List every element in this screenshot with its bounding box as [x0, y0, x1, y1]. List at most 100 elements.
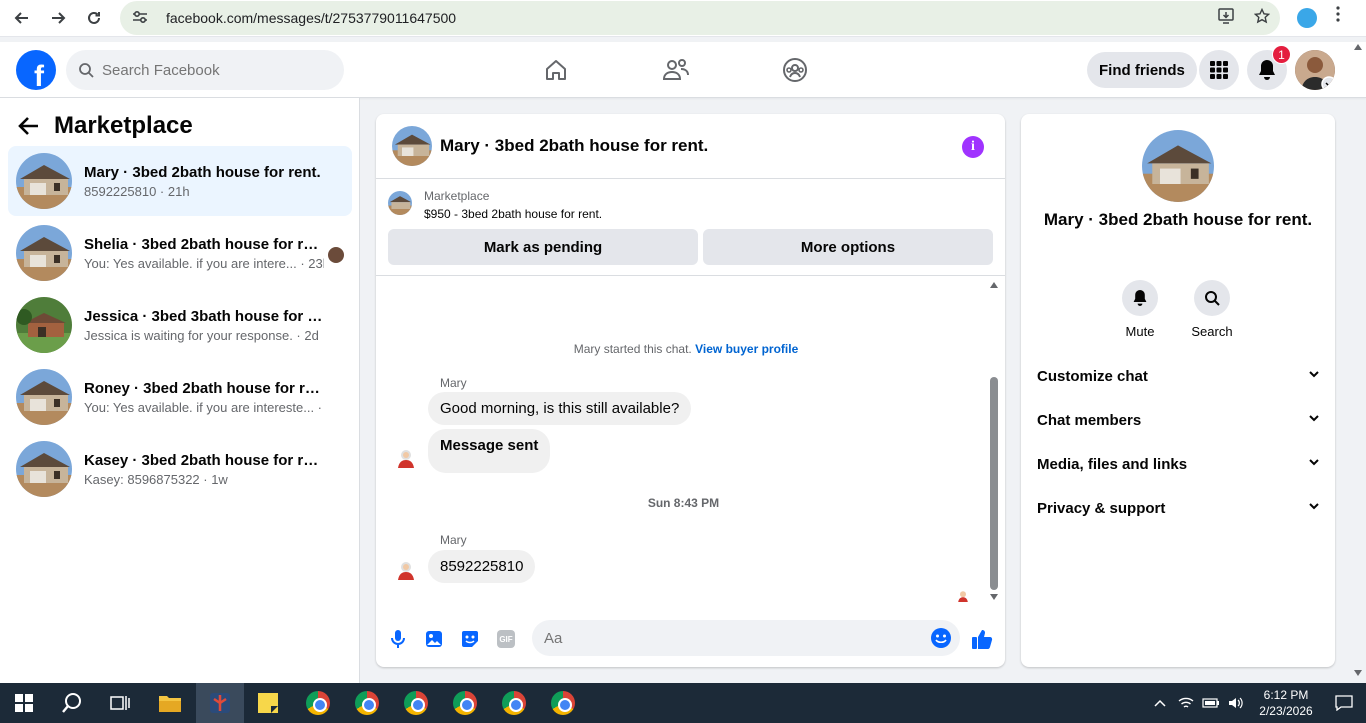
site-settings-icon[interactable]: [132, 10, 156, 27]
info-icon[interactable]: i: [962, 136, 984, 158]
mute-bell-icon[interactable]: [1122, 280, 1158, 316]
wifi-icon[interactable]: [1178, 696, 1194, 710]
taskbar-clock[interactable]: 6:12 PM 2/23/2026: [1250, 687, 1322, 719]
section-chat-members[interactable]: Chat members: [1037, 398, 1319, 442]
sender-avatar[interactable]: [396, 560, 416, 580]
menu-grid-icon[interactable]: [1199, 50, 1239, 90]
conversation-item-roney[interactable]: Roney · 3bed 2bath house for rent. You: …: [8, 362, 352, 432]
chat-header: Mary · 3bed 2bath house for rent. i: [376, 114, 1005, 179]
system-tray: 6:12 PM 2/23/2026: [1154, 683, 1366, 723]
browser-menu-icon[interactable]: [1336, 6, 1340, 27]
address-bar[interactable]: facebook.com/messages/t/2753779011647500: [120, 1, 1280, 35]
extension-icon[interactable]: [1297, 8, 1317, 28]
chrome-icon[interactable]: [539, 683, 587, 723]
view-buyer-profile-link[interactable]: View buyer profile: [695, 342, 798, 356]
message-bubble[interactable]: 8592225810: [428, 550, 536, 583]
file-explorer-icon[interactable]: [146, 683, 194, 723]
listing-thumbnail[interactable]: [388, 191, 412, 215]
profile-avatar[interactable]: [1295, 50, 1335, 90]
section-label: Chat members: [1037, 411, 1142, 429]
groups-icon[interactable]: [779, 54, 811, 86]
friends-icon[interactable]: [660, 54, 692, 86]
sender-avatar[interactable]: [396, 448, 416, 468]
message-input[interactable]: [544, 629, 914, 647]
forward-arrow-icon[interactable]: [40, 0, 76, 36]
chrome-icon[interactable]: [441, 683, 489, 723]
back-arrow-icon[interactable]: [4, 0, 40, 36]
back-arrow-icon[interactable]: [18, 116, 40, 136]
conversation-item-kasey[interactable]: Kasey · 3bed 2bath house for rent. Kasey…: [8, 434, 352, 504]
url-text[interactable]: facebook.com/messages/t/2753779011647500: [166, 10, 456, 26]
listing-title[interactable]: $950 - 3bed 2bath house for rent.: [424, 207, 602, 221]
marketplace-label: Marketplace: [424, 189, 490, 203]
battery-icon[interactable]: [1202, 697, 1220, 709]
windows-start-icon[interactable]: [0, 683, 48, 723]
section-customize-chat[interactable]: Customize chat: [1037, 354, 1319, 398]
search-label: Search: [1191, 324, 1233, 339]
search-input[interactable]: [102, 61, 322, 79]
find-friends-button[interactable]: Find friends: [1087, 52, 1197, 88]
sticker-icon[interactable]: [458, 627, 482, 651]
search-box[interactable]: [66, 50, 344, 90]
house-thumbnail: [16, 441, 72, 497]
message-bubble[interactable]: Good morning, is this still available?: [428, 392, 692, 425]
message-bubble[interactable]: Message sent: [428, 429, 551, 473]
more-options-button[interactable]: More options: [703, 229, 993, 265]
volume-icon[interactable]: [1228, 696, 1244, 710]
conversation-item-mary[interactable]: Mary · 3bed 2bath house for rent. 859222…: [8, 146, 352, 216]
chrome-icon[interactable]: [490, 683, 538, 723]
chrome-icon[interactable]: [294, 683, 342, 723]
chat-avatar[interactable]: [392, 126, 432, 166]
section-label: Customize chat: [1037, 367, 1148, 385]
bookmark-star-icon[interactable]: [1253, 7, 1271, 29]
chrome-icon[interactable]: [392, 683, 440, 723]
home-icon[interactable]: [540, 54, 572, 86]
clock-date: 2/23/2026: [1259, 704, 1313, 718]
page-scroll-up-icon[interactable]: [1354, 44, 1362, 50]
photo-icon[interactable]: [422, 627, 446, 651]
chat-details-panel: Mary · 3bed 2bath house for rent. Mute S…: [1021, 114, 1335, 667]
read-receipt-avatar: [958, 591, 968, 602]
house-thumbnail: [16, 153, 72, 209]
mute-button[interactable]: Mute: [1110, 280, 1170, 339]
conversation-avatar-large[interactable]: [1142, 130, 1214, 202]
message-scrollbar[interactable]: [988, 282, 1000, 606]
search-in-chat-button[interactable]: Search: [1182, 280, 1242, 339]
taskbar-search-icon[interactable]: [48, 683, 96, 723]
scroll-down-icon[interactable]: [990, 594, 998, 600]
task-view-icon[interactable]: [96, 683, 144, 723]
message-input-field[interactable]: [532, 620, 960, 656]
section-privacy-support[interactable]: Privacy & support: [1037, 486, 1319, 530]
notification-badge: 1: [1272, 45, 1291, 64]
thumbs-up-icon[interactable]: [970, 627, 994, 651]
facebook-logo[interactable]: f: [16, 50, 56, 90]
windows-taskbar: 6:12 PM 2/23/2026: [0, 683, 1366, 723]
chevron-down-icon: [1309, 415, 1319, 422]
gif-icon[interactable]: GIF: [494, 627, 518, 651]
tray-expand-chevron-icon[interactable]: [1154, 699, 1166, 707]
account-chevron-icon[interactable]: [1321, 76, 1335, 90]
notification-center-icon[interactable]: [1322, 683, 1366, 723]
microphone-icon[interactable]: [386, 627, 410, 651]
emoji-icon[interactable]: [930, 627, 952, 649]
search-icon[interactable]: [1194, 280, 1230, 316]
reload-icon[interactable]: [76, 0, 112, 36]
page-scroll-down-icon[interactable]: [1354, 670, 1362, 676]
section-media-files-links[interactable]: Media, files and links: [1037, 442, 1319, 486]
chat-title[interactable]: Mary · 3bed 2bath house for rent.: [440, 136, 708, 156]
conversation-item-shelia[interactable]: Shelia · 3bed 2bath house for re... You:…: [8, 218, 352, 288]
taskbar-app-active-icon[interactable]: [196, 683, 244, 723]
house-thumbnail: [16, 225, 72, 281]
install-app-icon[interactable]: [1218, 7, 1236, 29]
message-list: Mary started this chat. View buyer profi…: [376, 276, 1005, 606]
sticky-notes-icon[interactable]: [244, 683, 292, 723]
facebook-header: f Find friends 1: [0, 42, 1366, 98]
conversation-preview: You: Yes available. if you are intereste…: [84, 399, 324, 415]
scrollbar-thumb[interactable]: [990, 377, 998, 590]
chrome-icon[interactable]: [343, 683, 391, 723]
mark-as-pending-button[interactable]: Mark as pending: [388, 229, 698, 265]
conversation-name-large: Mary · 3bed 2bath house for rent.: [1043, 210, 1313, 229]
conversation-item-jessica[interactable]: Jessica · 3bed 3bath house for rent. Jes…: [8, 290, 352, 360]
scroll-up-icon[interactable]: [990, 282, 998, 288]
section-label: Privacy & support: [1037, 499, 1166, 517]
